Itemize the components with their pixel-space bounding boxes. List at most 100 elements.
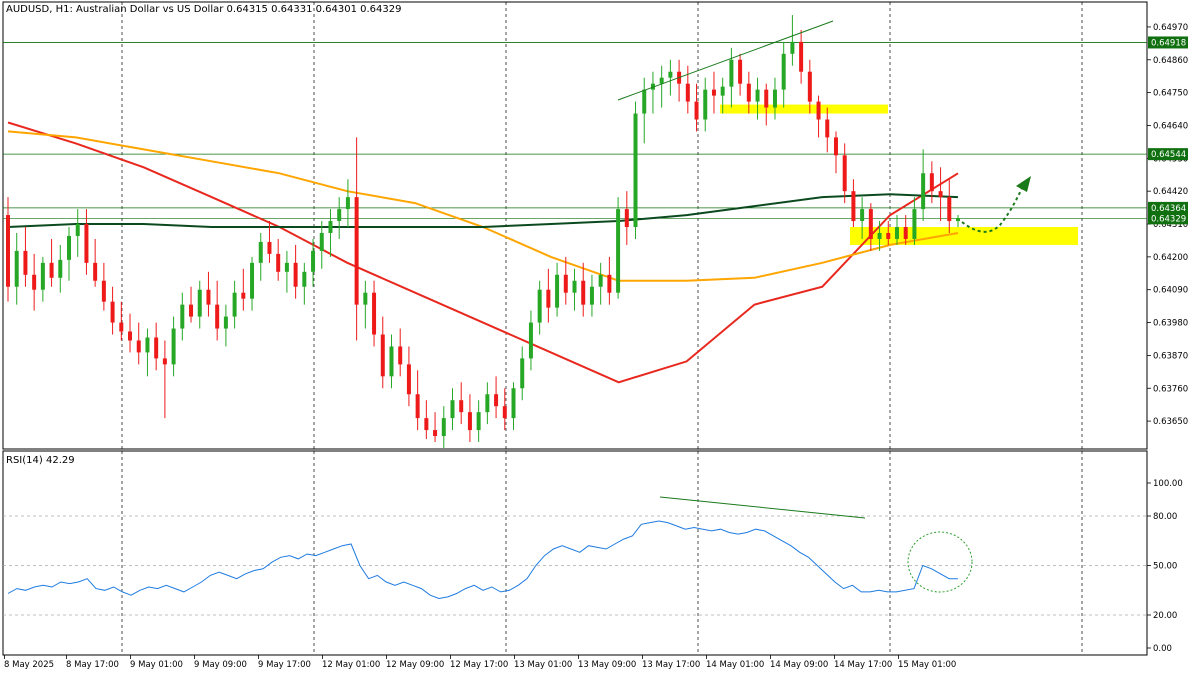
candle [650, 71, 655, 114]
candle-body [807, 71, 812, 102]
candle [799, 29, 804, 84]
candle [833, 131, 838, 174]
candle-body [790, 41, 795, 54]
candle [956, 215, 960, 228]
candle-body [894, 227, 899, 239]
rsi-tick-label: 50.00 [1153, 562, 1177, 572]
price-tick-label: 0.64200 [1153, 253, 1188, 263]
candle [215, 280, 220, 341]
candle-body [537, 289, 542, 323]
candle [372, 280, 377, 347]
time-tick-label: 12 May 17:00 [450, 660, 508, 670]
candle [136, 322, 141, 365]
candle [241, 268, 246, 311]
candle-body [250, 262, 255, 299]
candle [189, 286, 194, 323]
candle-body [180, 304, 185, 329]
candle [607, 256, 612, 305]
candle [781, 41, 786, 108]
candle [258, 232, 263, 281]
candle-body [833, 137, 838, 156]
candle-body [851, 191, 856, 222]
candle [67, 227, 72, 281]
candle-body [581, 280, 586, 305]
candle-body [598, 274, 603, 287]
candle-body [956, 218, 960, 222]
candlesticks [6, 14, 960, 448]
candle-body [616, 209, 621, 293]
candle [6, 197, 10, 302]
arrow-head-icon [1016, 176, 1031, 192]
candle [276, 238, 281, 281]
candle [75, 209, 80, 257]
candle [32, 253, 37, 311]
moving-average-slow [7, 193, 959, 228]
candle-body [825, 119, 830, 138]
candle [555, 262, 560, 317]
price-tick-label: 0.64640 [1153, 121, 1188, 131]
candle [398, 328, 403, 377]
rsi-divergence-line [659, 496, 866, 519]
candle-body [276, 253, 281, 272]
candle-body [938, 191, 943, 198]
candle [101, 262, 106, 311]
candle-body [67, 235, 72, 260]
candle [912, 197, 917, 245]
candle [633, 101, 638, 239]
candle [921, 149, 926, 222]
candle [171, 316, 176, 377]
projection-arrow [961, 187, 1023, 233]
time-axis: 8 May 2025 8 May 17:00 9 May 01:00 9 May 09… [4, 655, 956, 670]
candle [223, 304, 228, 347]
candle [345, 179, 350, 228]
candle [677, 59, 682, 102]
price-tick-label: 0.63870 [1153, 351, 1188, 361]
rsi-tick-label: 0.00 [1153, 644, 1172, 654]
candle [825, 107, 830, 153]
rsi-value: 42.29 [45, 455, 75, 466]
candle [659, 65, 664, 108]
candle-body [755, 89, 760, 102]
candle-body [363, 292, 368, 305]
candle [389, 334, 394, 389]
candle-body [258, 241, 263, 263]
rsi-line [7, 520, 958, 600]
candle-body [659, 77, 664, 84]
candle [947, 179, 952, 233]
candle-body [128, 331, 133, 341]
candle-body [563, 274, 568, 293]
candle-body [311, 250, 316, 272]
candle [520, 346, 525, 401]
candle [511, 382, 516, 431]
candle [284, 250, 289, 293]
time-tick-label: 8 May 17:00 [66, 660, 119, 670]
candle [14, 232, 19, 305]
candle [711, 71, 716, 114]
candle [816, 95, 821, 138]
candle-body [929, 173, 934, 192]
candle-body [206, 289, 211, 305]
price-marker-label: 0.64329 [1151, 214, 1186, 224]
chart-canvas[interactable]: 100.00 80.00 50.00 20.00 0.00 0.64970 0.64860… [0, 0, 1200, 675]
candle [319, 221, 324, 269]
candle-body [328, 221, 333, 233]
candle [110, 286, 115, 335]
time-tick-label: 14 May 01:00 [706, 660, 764, 670]
candle-body [110, 301, 115, 323]
candle-body [746, 83, 751, 102]
candle [668, 59, 673, 96]
time-tick-label: 9 May 09:00 [194, 660, 247, 670]
annotations [617, 20, 1031, 233]
candle-body [345, 197, 350, 210]
candle-body [145, 337, 150, 353]
candle [642, 77, 647, 144]
candle [328, 209, 333, 257]
candle-body [694, 101, 699, 120]
candle-body [450, 400, 455, 419]
time-tick-label: 12 May 01:00 [322, 660, 380, 670]
candle [415, 370, 420, 431]
candle-body [302, 271, 307, 287]
price-tick-label: 0.64090 [1153, 286, 1188, 296]
candle [49, 238, 54, 287]
candle-body [555, 274, 560, 308]
